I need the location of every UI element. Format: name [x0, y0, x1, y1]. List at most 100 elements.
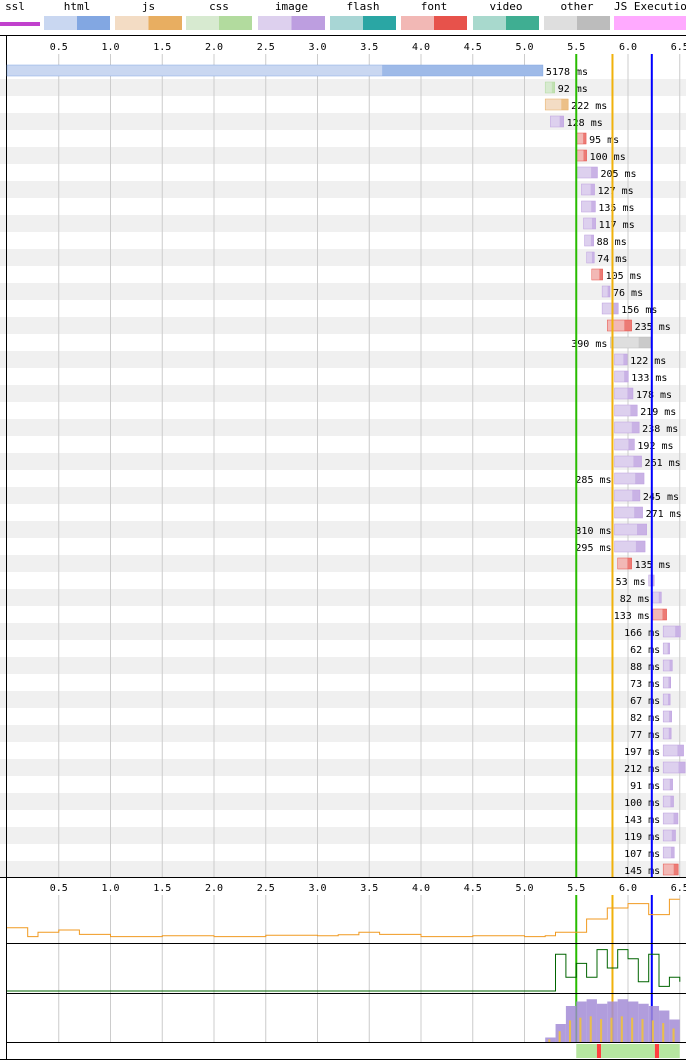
cpu-series: [7, 898, 680, 938]
request-time-label: 53 ms: [616, 577, 646, 588]
x-tick-label: 6.0: [619, 42, 637, 53]
request-bar-download: [667, 643, 670, 654]
row-stripe: [0, 589, 686, 606]
x-tick-label: 1.5: [153, 883, 171, 894]
x-tick-label: 3.5: [360, 42, 378, 53]
row-stripe: [0, 385, 686, 402]
request-bar-download: [632, 490, 640, 501]
row-stripe: [0, 555, 686, 572]
x-tick-label: 1.0: [101, 883, 119, 894]
interactivity-segment: [596, 1044, 602, 1058]
row-stripe: [0, 793, 686, 810]
request-time-label: 219 ms: [640, 407, 676, 418]
request-time-label: 143 ms: [624, 815, 660, 826]
x-tick-label: 2.5: [257, 883, 275, 894]
x-tick-label: 0.5: [50, 883, 68, 894]
request-bar-download: [670, 796, 674, 807]
main-thread-script: [662, 1023, 665, 1042]
request-time-label: 197 ms: [624, 747, 660, 758]
request-bar-download: [669, 711, 672, 722]
request-bar-download: [675, 626, 681, 637]
main-thread-script: [672, 1028, 675, 1042]
request-time-label: 107 ms: [624, 849, 660, 860]
request-bar-download: [627, 388, 633, 399]
x-tick-label: 4.5: [464, 42, 482, 53]
request-bar-download: [591, 252, 595, 263]
x-tick-label: 4.0: [412, 42, 430, 53]
request-time-label: 192 ms: [637, 441, 673, 452]
request-time-label: 92 ms: [558, 84, 588, 95]
main-thread-script: [548, 1039, 551, 1042]
request-time-label: 310 ms: [575, 526, 611, 537]
request-bar-download: [599, 269, 603, 280]
request-time-label: 119 ms: [624, 832, 660, 843]
request-time-label: 122 ms: [630, 356, 666, 367]
main-thread-script: [641, 1019, 644, 1042]
interactivity-segment: [654, 1044, 660, 1058]
request-time-label: 73 ms: [630, 679, 660, 690]
row-stripe: [0, 419, 686, 436]
x-tick-label: 1.5: [153, 42, 171, 53]
request-time-label: 100 ms: [624, 798, 660, 809]
request-time-label: 91 ms: [630, 781, 660, 792]
request-bar-download: [591, 218, 596, 229]
row-stripe: [0, 283, 686, 300]
x-tick-label: 2.5: [257, 42, 275, 53]
request-bar-download: [671, 830, 676, 841]
request-time-label: 245 ms: [643, 492, 679, 503]
request-time-label: 178 ms: [636, 390, 672, 401]
main-thread-script: [651, 1020, 654, 1042]
request-bar-download: [669, 660, 673, 671]
x-tick-label: 2.0: [205, 42, 223, 53]
request-time-label: 166 ms: [624, 628, 660, 639]
request-bar-download: [673, 813, 678, 824]
main-thread-script: [589, 1016, 592, 1042]
request-time-label: 133 ms: [614, 611, 650, 622]
request-time-label: 62 ms: [630, 645, 660, 656]
request-time-label: 117 ms: [599, 220, 635, 231]
x-tick-label: 1.0: [101, 42, 119, 53]
request-bar-download: [551, 82, 555, 93]
row-stripe: [0, 691, 686, 708]
main-thread-script: [610, 1017, 613, 1042]
request-bar-download: [670, 847, 675, 858]
x-tick-label: 3.5: [360, 883, 378, 894]
x-tick-label: 3.0: [308, 42, 326, 53]
request-bar-download: [583, 150, 587, 161]
x-tick-label: 3.0: [308, 883, 326, 894]
request-bar-download: [583, 133, 587, 144]
x-tick-label: 5.0: [515, 883, 533, 894]
x-tick-label: 6.5: [671, 883, 686, 894]
request-time-label: 261 ms: [645, 458, 681, 469]
x-tick-label: 5.5: [567, 42, 585, 53]
row-stripe: [0, 317, 686, 334]
x-tick-label: 5.5: [567, 883, 585, 894]
request-bar-download: [627, 558, 632, 569]
request-time-label: 95 ms: [589, 135, 619, 146]
request-bar-download: [635, 473, 645, 484]
request-bar-download: [623, 354, 628, 365]
request-bar-download: [677, 745, 684, 756]
request-time-label: 105 ms: [606, 271, 642, 282]
main-thread-script: [579, 1017, 582, 1042]
request-bar-download: [559, 116, 564, 127]
row-stripe: [0, 623, 686, 640]
request-bar-download: [590, 235, 594, 246]
row-stripe: [0, 351, 686, 368]
request-time-label: 127 ms: [598, 186, 634, 197]
request-time-label: 5178 ms: [546, 67, 588, 78]
request-bar-download: [607, 286, 610, 297]
request-bar-download: [591, 201, 596, 212]
request-time-label: 100 ms: [590, 152, 626, 163]
request-bar-download: [634, 507, 643, 518]
request-time-label: 82 ms: [630, 713, 660, 724]
main-thread-script: [620, 1016, 623, 1042]
request-bar-download: [637, 524, 647, 535]
request-bar-download: [668, 728, 672, 739]
row-stripe: [0, 657, 686, 674]
interactivity-segment: [659, 1044, 680, 1058]
request-bar-download: [613, 303, 619, 314]
request-bar-download: [628, 439, 635, 450]
waterfall-chart: 0.5 0.5 1.0 1.0 1.5 1.5 2.0 2.0 2.5 2.5 3.0 3.0 3.5 3…: [0, 35, 686, 1060]
request-time-label: 238 ms: [642, 424, 678, 435]
